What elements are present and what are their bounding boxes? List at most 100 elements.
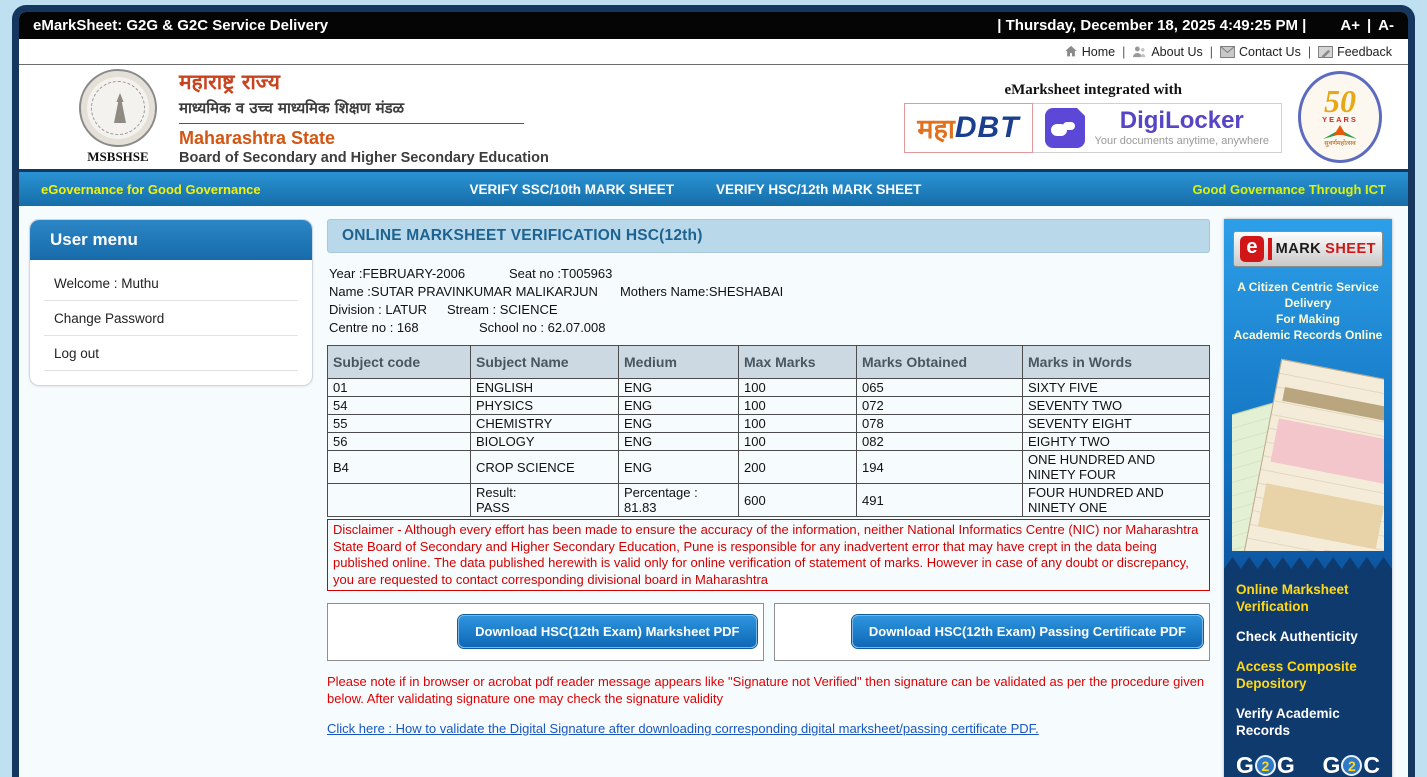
emarksheet-e-icon: e	[1240, 236, 1264, 262]
quicklink-label: Home	[1082, 45, 1115, 59]
table-cell: SEVENTY TWO	[1023, 397, 1210, 415]
table-cell: 072	[857, 397, 1023, 415]
table-cell: 56	[328, 433, 471, 451]
separator: |	[1210, 45, 1213, 59]
mahadbt-logo[interactable]: महा DBT	[904, 103, 1032, 153]
table-cell: Percentage : 81.83	[619, 484, 739, 517]
table-cell: FOUR HUNDRED AND NINETY ONE	[1023, 484, 1210, 517]
font-decrease-button[interactable]: A-	[1378, 17, 1394, 34]
app-window: eMarkSheet: G2G & G2C Service Delivery |…	[12, 5, 1415, 777]
detail-left: Name :SUTAR PRAVINKUMAR MALIKARJUN	[329, 283, 598, 301]
banner-services: Online Marksheet VerificationCheck Authe…	[1236, 581, 1380, 752]
table-cell: 55	[328, 415, 471, 433]
quick-links-bar: Home|About Us|Contact Us|Feedback	[19, 39, 1408, 65]
g2-circle-2: 2	[1255, 755, 1276, 776]
table-row: B4CROP SCIENCEENG200194ONE HUNDRED AND N…	[328, 451, 1210, 484]
table-cell: ENGLISH	[471, 379, 619, 397]
detail-right: School no : 62.07.008	[479, 320, 606, 335]
download-section: Download HSC(12th Exam) Marksheet PDF Do…	[327, 603, 1210, 661]
digilocker-icon	[1045, 108, 1085, 148]
quicklink-label: Contact Us	[1239, 45, 1301, 59]
table-cell: 194	[857, 451, 1023, 484]
logout-item[interactable]: Log out	[44, 336, 298, 371]
content-area: User menu Welcome : MuthuChange Password…	[19, 206, 1408, 777]
font-increase-button[interactable]: A+	[1340, 17, 1360, 34]
jubilee-years-label: YEARS	[1322, 115, 1358, 124]
detail-right: Mothers Name:SHESHABAI	[620, 284, 783, 299]
seal-caption: MSBSHSE	[79, 149, 157, 165]
g2c-logo: G2C	[1322, 752, 1380, 777]
g2g-logo: G2G	[1236, 752, 1295, 777]
validate-signature-link[interactable]: Click here : How to validate the Digital…	[327, 721, 1039, 736]
feedback-icon	[1318, 46, 1333, 58]
emarksheet-logo-bar	[1268, 238, 1272, 260]
quicklink-feedback[interactable]: Feedback	[1318, 45, 1392, 59]
table-cell: PHYSICS	[471, 397, 619, 415]
digilocker-tagline: Your documents anytime, anywhere	[1095, 135, 1269, 147]
banner-zigzag-divider	[1224, 557, 1392, 569]
student-detail-row: Division : LATURStream : SCIENCE	[329, 301, 1210, 319]
banner-service-item: Verify Academic Records	[1236, 705, 1380, 739]
signature-note: Please note if in browser or acrobat pdf…	[327, 673, 1210, 707]
table-cell: 200	[739, 451, 857, 484]
disclaimer-text: Disclaimer - Although every effort has b…	[327, 519, 1210, 591]
site-header: MSBSHSE महाराष्ट्र राज्य माध्यमिक व उच्च…	[19, 65, 1408, 169]
certificate-download-box: Download HSC(12th Exam) Passing Certific…	[774, 603, 1211, 661]
banner-bottom: Online Marksheet VerificationCheck Authe…	[1224, 569, 1392, 777]
emarksheet-logo: e MARKSHEET	[1233, 231, 1383, 267]
detail-left: Centre no : 168	[329, 319, 479, 337]
partner-logos: महा DBT DigiLocker Your documents anytim…	[904, 103, 1282, 153]
banner-service-item: Check Authenticity	[1236, 628, 1380, 645]
quicklink-contact-us[interactable]: Contact Us	[1220, 45, 1301, 59]
quicklink-label: Feedback	[1337, 45, 1392, 59]
golden-jubilee-seal: 50 YEARS सुवर्णमहोत्सव	[1298, 71, 1382, 163]
change-password-item[interactable]: Change Password	[44, 301, 298, 336]
integrated-block: eMarksheet integrated with महा DBT DigiL…	[904, 82, 1282, 153]
msbshse-seal-logo	[79, 69, 157, 147]
nav-links: VERIFY SSC/10th MARK SHEET VERIFY HSC/12t…	[470, 182, 922, 197]
jubilee-flame-icon	[1334, 125, 1346, 135]
g2-letter: G	[1236, 752, 1254, 777]
table-cell: 54	[328, 397, 471, 415]
table-row: 54PHYSICSENG100072SEVENTY TWO	[328, 397, 1210, 415]
column-header: Marks Obtained	[857, 346, 1023, 379]
column-header: Subject code	[328, 346, 471, 379]
quicklink-home[interactable]: Home	[1064, 45, 1115, 59]
user-menu-panel: User menu Welcome : MuthuChange Password…	[29, 219, 313, 386]
table-cell: ENG	[619, 379, 739, 397]
download-marksheet-button[interactable]: Download HSC(12th Exam) Marksheet PDF	[458, 615, 756, 648]
detail-right: Seat no :T005963	[509, 266, 612, 281]
nav-link-verify-hsc-12th-mark-sheet[interactable]: VERIFY HSC/12th MARK SHEET	[716, 182, 921, 197]
digilocker-name: DigiLocker	[1095, 109, 1269, 133]
table-cell: ENG	[619, 451, 739, 484]
table-cell: 491	[857, 484, 1023, 517]
integrated-with-label: eMarksheet integrated with	[904, 82, 1282, 99]
jubilee-number: 50	[1324, 87, 1356, 115]
detail-left: Division : LATUR	[329, 301, 447, 319]
table-cell: CHEMISTRY	[471, 415, 619, 433]
nav-egovernance-label[interactable]: eGovernance for Good Governance	[41, 182, 261, 197]
marksheet-download-box: Download HSC(12th Exam) Marksheet PDF	[327, 603, 764, 661]
download-certificate-button[interactable]: Download HSC(12th Exam) Passing Certific…	[852, 615, 1203, 648]
nav-link-verify-ssc-10th-mark-sheet[interactable]: VERIFY SSC/10th MARK SHEET	[470, 182, 675, 197]
table-cell: 082	[857, 433, 1023, 451]
detail-right: Stream : SCIENCE	[447, 302, 558, 317]
emarksheet-logo-mark: MARK	[1276, 241, 1322, 257]
column-header: Medium	[619, 346, 739, 379]
table-cell: B4	[328, 451, 471, 484]
table-cell: Result: PASS	[471, 484, 619, 517]
table-row: 56BIOLOGYENG100082EIGHTY TWO	[328, 433, 1210, 451]
mahadbt-dbt-text: DBT	[955, 111, 1020, 145]
nav-ict-label[interactable]: Good Governance Through ICT	[1192, 182, 1386, 197]
table-cell: ONE HUNDRED AND NINETY FOUR	[1023, 451, 1210, 484]
table-header-row: Subject codeSubject NameMediumMax MarksM…	[328, 346, 1210, 379]
board-seal-wrap: MSBSHSE	[79, 69, 157, 165]
org-english-title: Maharashtra State	[179, 128, 549, 149]
student-details: Year :FEBRUARY-2006Seat no :T005963Name …	[329, 265, 1210, 337]
table-cell: SIXTY FIVE	[1023, 379, 1210, 397]
page-title: ONLINE MARKSHEET VERIFICATION HSC(12th)	[342, 227, 703, 245]
digilocker-logo[interactable]: DigiLocker Your documents anytime, anywh…	[1033, 103, 1282, 153]
table-cell	[328, 484, 471, 517]
table-row: Result: PASSPercentage : 81.83600491FOUR…	[328, 484, 1210, 517]
quicklink-about-us[interactable]: About Us	[1132, 45, 1202, 59]
